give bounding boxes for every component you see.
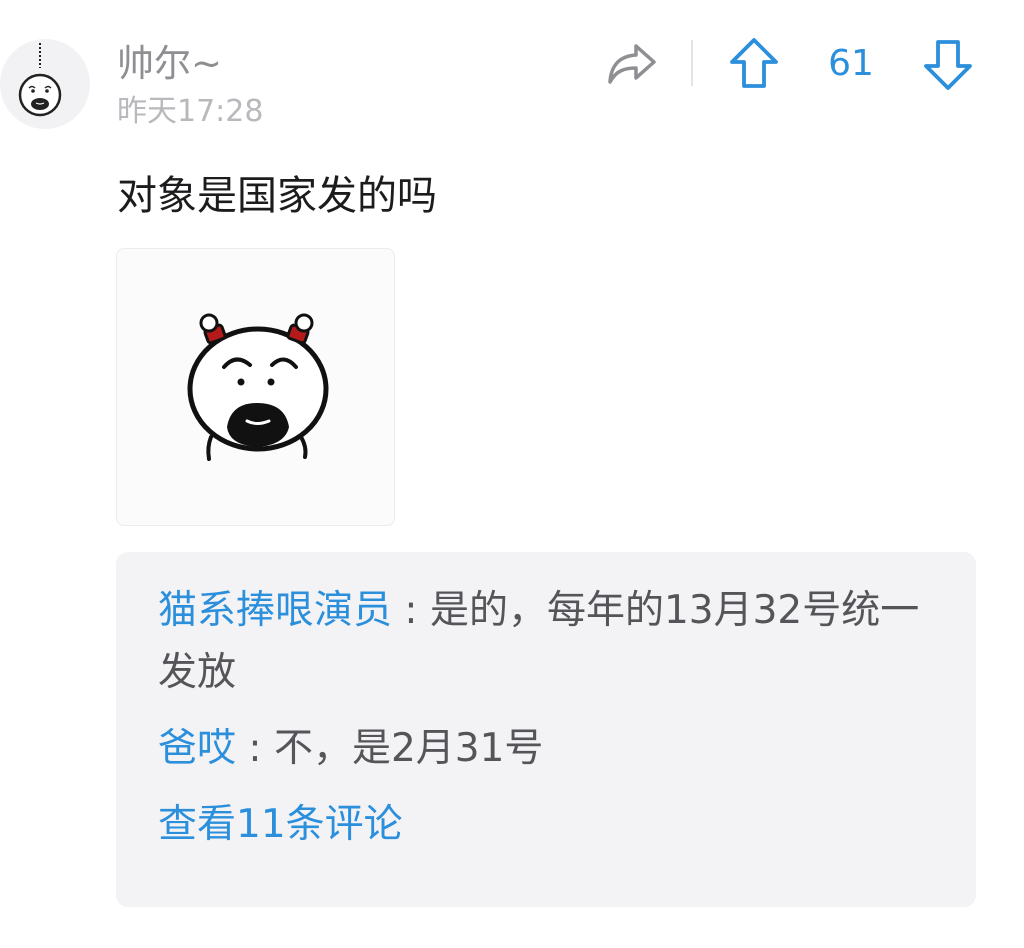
- comment-item[interactable]: 爸哎 : 不，是2月31号: [158, 718, 934, 780]
- post-text: 对象是国家发的吗: [117, 173, 437, 219]
- comment-item[interactable]: 猫系捧哏演员 : 是的，每年的13月32号统一发放: [158, 580, 934, 704]
- action-divider: [691, 40, 693, 86]
- comments-preview: 猫系捧哏演员 : 是的，每年的13月32号统一发放 爸哎 : 不，是2月31号 …: [116, 552, 976, 907]
- post-image[interactable]: [116, 248, 395, 526]
- vote-count: 61: [828, 43, 874, 84]
- avatar[interactable]: [0, 38, 90, 130]
- comment-separator: :: [236, 726, 274, 771]
- share-button[interactable]: [604, 38, 660, 90]
- downvote-button[interactable]: [922, 36, 974, 92]
- comment-author[interactable]: 爸哎: [158, 726, 236, 771]
- arrow-up-icon: [730, 38, 778, 88]
- post-timestamp: 昨天17:28: [117, 94, 264, 129]
- cartoon-face-sticker: [187, 313, 329, 461]
- comment-author[interactable]: 猫系捧哏演员: [158, 588, 392, 633]
- share-icon: [608, 44, 656, 84]
- author-name[interactable]: 帅尔~: [117, 38, 222, 90]
- comment-post: 帅尔~ 昨天17:28 61 对象是国家发的吗 猫系捧哏演员: 是的，每年的1…: [0, 0, 1024, 948]
- view-more-comments-link[interactable]: 查看11条评论: [158, 794, 403, 856]
- upvote-button[interactable]: [728, 36, 780, 92]
- arrow-down-icon: [924, 40, 972, 90]
- comment-separator: :: [392, 588, 430, 633]
- comment-text: 不，是2月31号: [273, 726, 544, 771]
